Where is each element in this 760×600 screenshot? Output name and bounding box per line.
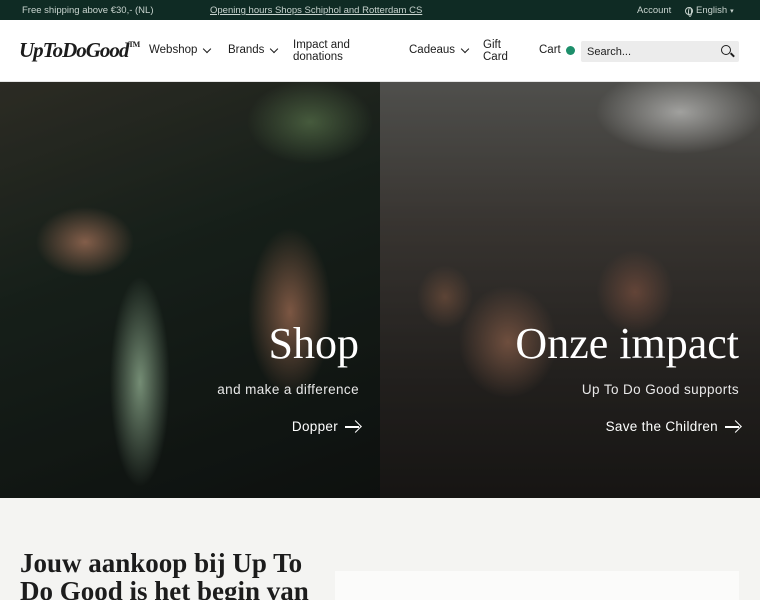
globe-icon: [685, 6, 693, 17]
chevron-down-icon: [203, 44, 212, 53]
hero-shop-link[interactable]: Dopper: [292, 419, 359, 434]
hero-shop-link-label: Dopper: [291, 419, 338, 434]
nav-cart-label: Cart: [539, 44, 561, 56]
arrow-right-icon: [725, 425, 739, 428]
search-icon[interactable]: [721, 45, 731, 55]
hero-impact-panel[interactable]: Onze impact Up To Do Good supports Save …: [380, 82, 760, 498]
nav-cadeaus-label: Cadeaus: [409, 44, 456, 56]
nav-cadeaus[interactable]: Cadeaus: [409, 44, 470, 56]
chevron-down-icon: [270, 44, 279, 53]
nav-gift-card[interactable]: Gift Card: [483, 39, 508, 63]
language-selector[interactable]: English ▾: [685, 5, 734, 17]
search-input[interactable]: [587, 43, 707, 60]
hero-impact-image: [380, 82, 760, 498]
search-bar: [581, 41, 739, 62]
chevron-down-icon: [460, 44, 470, 53]
logo[interactable]: UpToDoGoodTM: [19, 38, 140, 63]
nav-webshop[interactable]: Webshop: [149, 44, 212, 56]
nav-impact-line2: donations: [293, 51, 343, 63]
nav-brands[interactable]: Brands: [228, 44, 279, 56]
arrow-right-icon: [345, 425, 359, 428]
top-announcement-bar: Free shipping above €30,- (NL) Opening h…: [0, 0, 760, 20]
nav-gift-line1: Gift: [483, 39, 501, 51]
hero-shop-subtitle: and make a difference: [217, 382, 359, 397]
site-header: UpToDoGoodTM Webshop Brands Impact and d…: [0, 20, 760, 82]
logo-trademark: TM: [128, 40, 140, 49]
hero-impact-title: Onze impact: [515, 319, 739, 368]
hero-impact-subtitle: Up To Do Good supports: [581, 382, 739, 397]
hero-shop-panel[interactable]: Shop and make a difference Dopper: [0, 82, 380, 498]
nav-gift-line2: Card: [483, 51, 508, 63]
nav-impact-line1: Impact and: [293, 39, 350, 51]
logo-text: UpToDoGood: [19, 38, 129, 62]
nav-impact-donations[interactable]: Impact and donations: [293, 39, 350, 63]
nav-brands-label: Brands: [228, 44, 265, 56]
language-label: English: [696, 5, 728, 16]
account-link[interactable]: Account: [637, 5, 671, 16]
cart-status-dot: [565, 45, 575, 55]
nav-cart[interactable]: Cart: [539, 44, 575, 56]
nav-webshop-label: Webshop: [149, 44, 198, 56]
hero-shop-title: Shop: [268, 319, 359, 368]
hero-shop-image: [0, 82, 380, 498]
intro-heading: Jouw aankoop bij Up To Do Good is het be…: [20, 548, 309, 600]
free-shipping-notice: Free shipping above €30,- (NL): [22, 5, 154, 16]
opening-hours-link[interactable]: Opening hours Shops Schiphol and Rotterd…: [210, 5, 422, 16]
caret-down-icon: ▾: [730, 7, 734, 15]
hero-impact-link-label: Save the Children: [605, 419, 718, 434]
intro-content-panel: [335, 571, 739, 600]
hero-impact-link[interactable]: Save the Children: [606, 419, 739, 434]
